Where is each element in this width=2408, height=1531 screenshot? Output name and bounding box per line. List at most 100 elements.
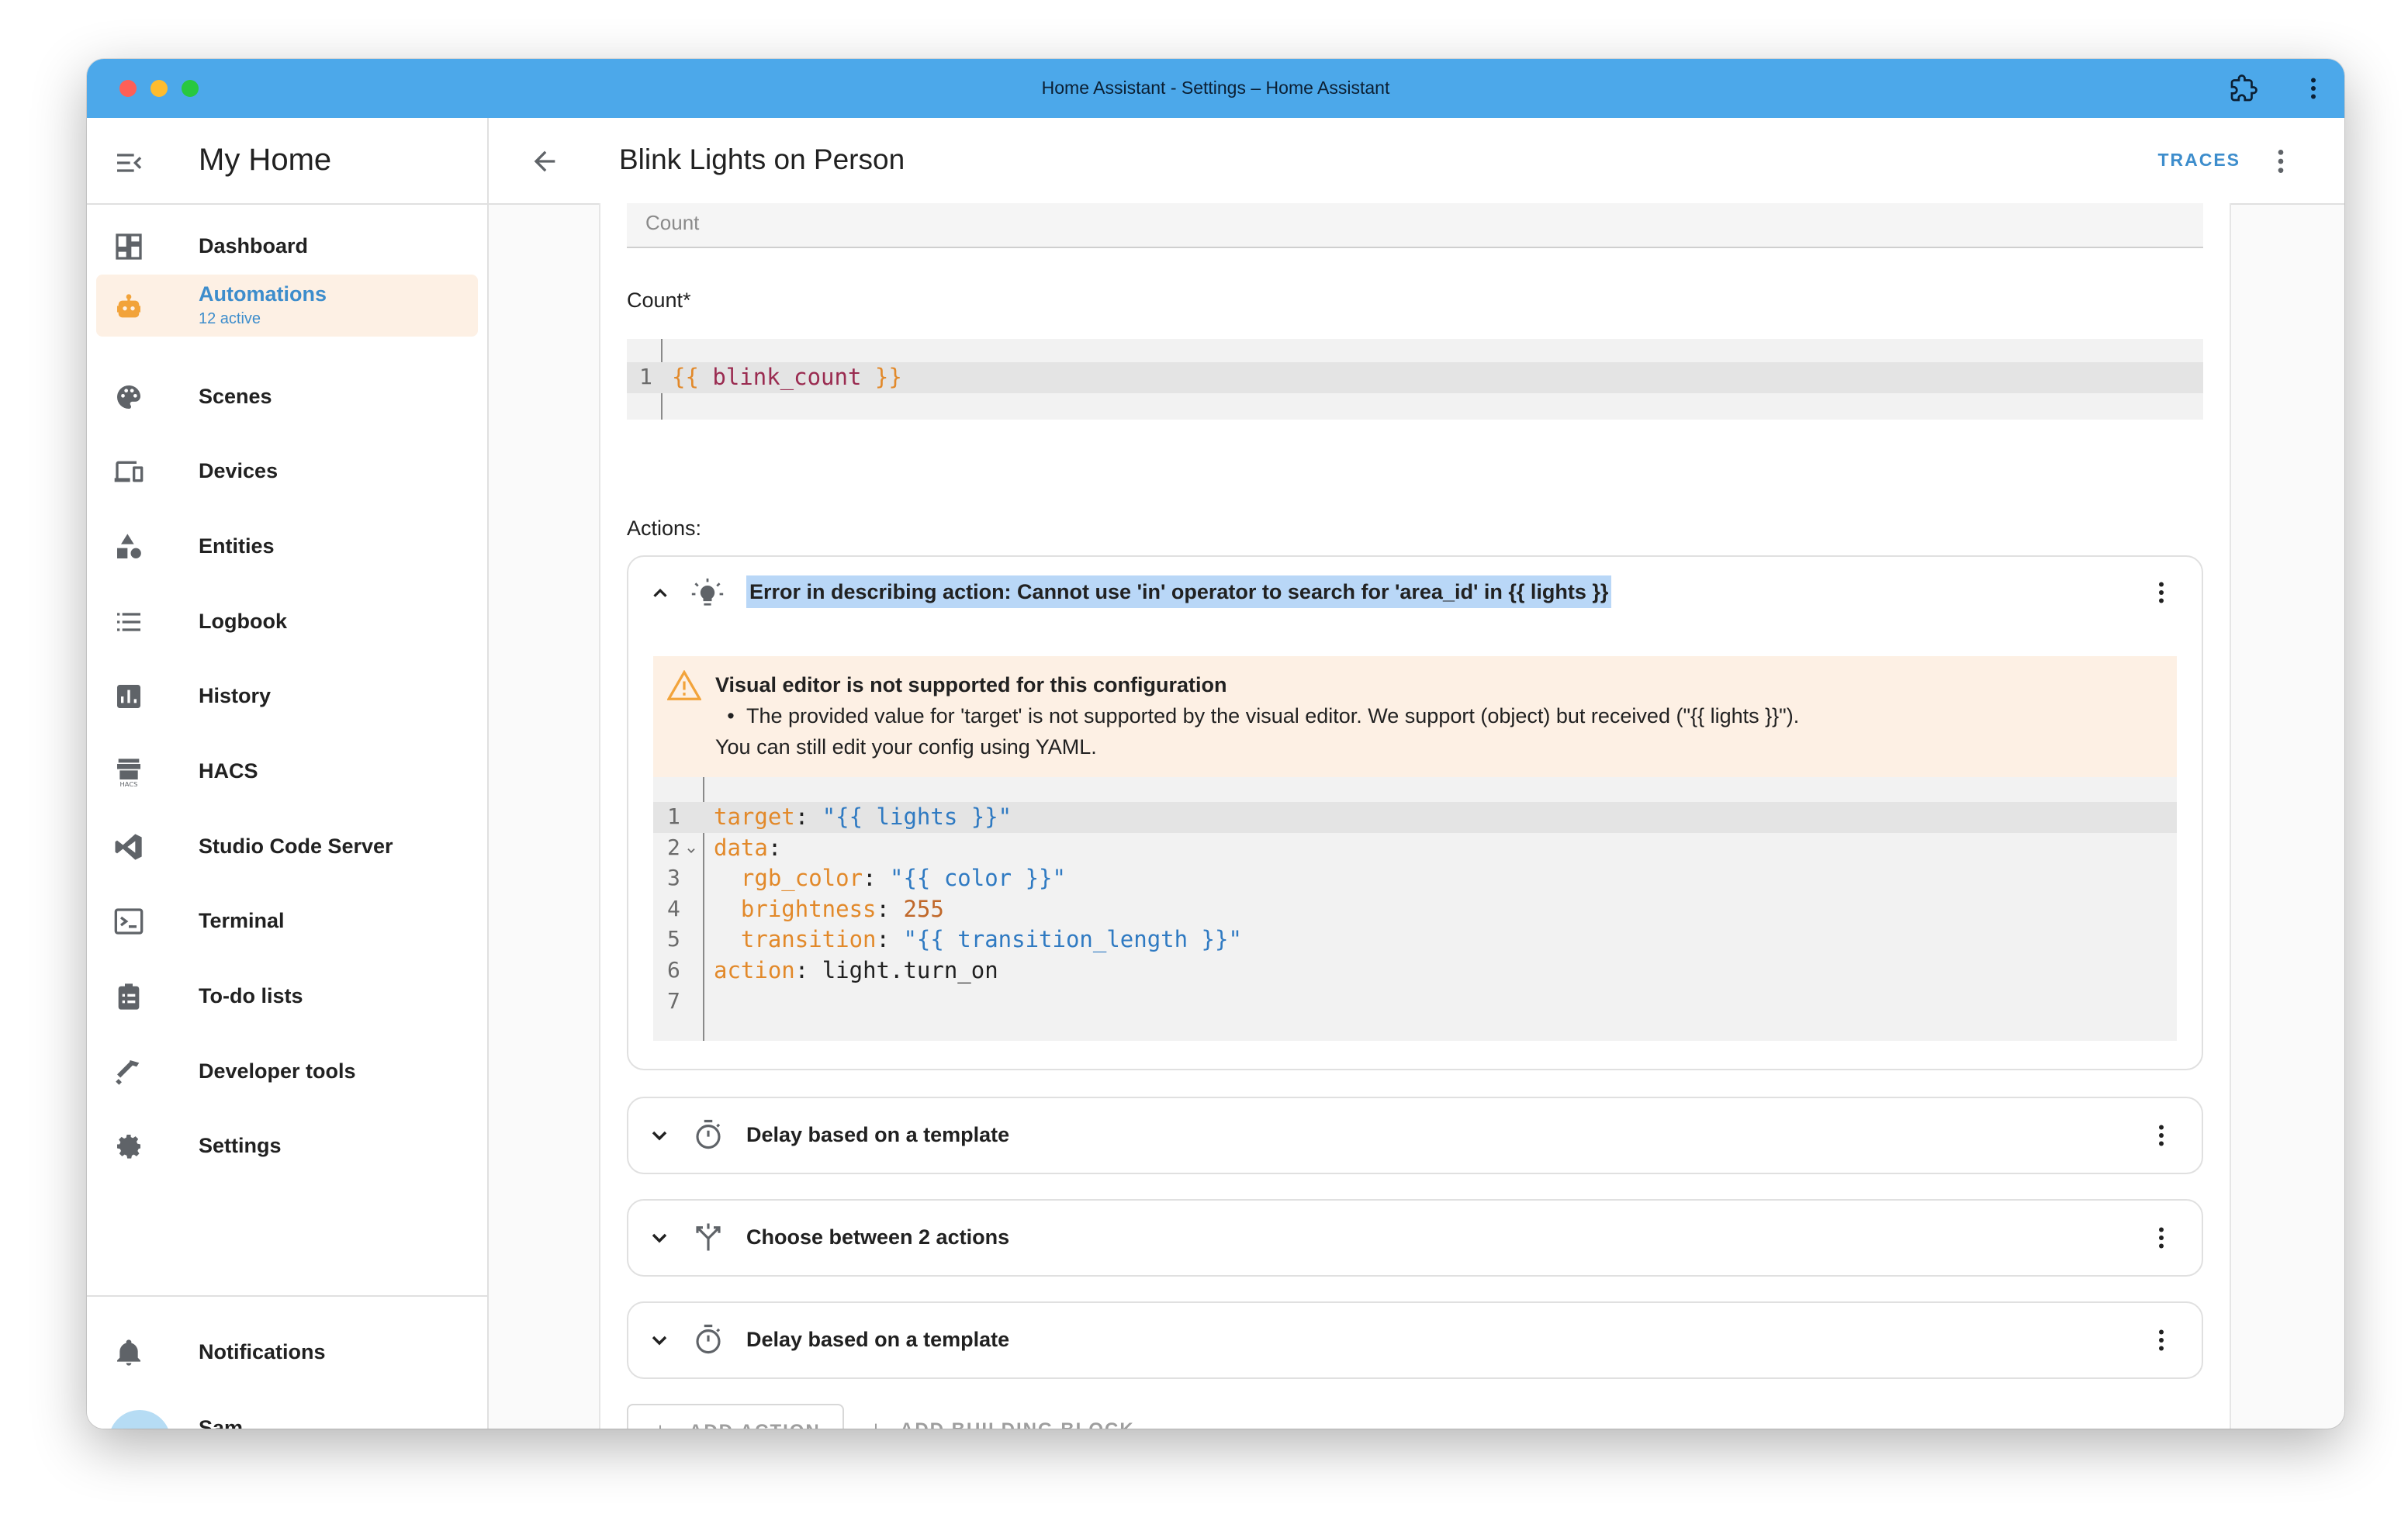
add-building-block-label: ADD BUILDING BLOCK [900, 1419, 1135, 1429]
yaml-key: transition [740, 926, 877, 952]
template-open: {{ [672, 364, 699, 390]
add-building-block-button[interactable]: ADD BUILDING BLOCK [867, 1404, 1147, 1429]
window-more-icon[interactable] [2299, 74, 2327, 102]
sidebar-item-label: Settings [199, 1134, 282, 1157]
chart-box-icon [117, 685, 140, 708]
bell-icon [117, 1339, 140, 1366]
sidebar-title: My Home [199, 143, 332, 177]
yaml-editor[interactable]: 1 2 3 4 5 6 7 target: "{{ lights }}" dat… [653, 777, 2177, 1041]
yaml-line: target: "{{ lights }}" [714, 804, 1012, 830]
line-number: 3 [667, 865, 680, 890]
back-arrow-icon[interactable] [529, 146, 560, 177]
sidebar-item-entities[interactable]: Entities [96, 514, 478, 576]
title-bar: Home Assistant - Settings – Home Assista… [87, 59, 2344, 118]
console-icon [114, 908, 144, 935]
sidebar-item-label: Devices [199, 459, 279, 482]
traces-button[interactable]: TRACES [2157, 150, 2240, 171]
chevron-up-icon[interactable] [649, 582, 672, 605]
line-number: 6 [667, 957, 680, 983]
sidebar-item-label: History [199, 684, 272, 707]
timer-icon [696, 1324, 721, 1354]
palette-icon [117, 385, 140, 409]
action-more-icon[interactable] [2147, 1224, 2175, 1252]
warning-hint: You can still edit your config using YAM… [715, 735, 1097, 759]
fold-chevron-icon[interactable] [686, 845, 697, 856]
line-number: 4 [667, 896, 680, 921]
chevron-down-icon[interactable] [647, 1328, 672, 1353]
yaml-key: action [714, 957, 795, 983]
add-action-button[interactable]: ADD ACTION [627, 1404, 844, 1429]
sidebar-item-hacs[interactable]: HACS HACS [96, 739, 478, 801]
yaml-value: "{{ lights }}" [822, 804, 1012, 830]
vscode-icon [115, 834, 142, 860]
window-title: Home Assistant - Settings – Home Assista… [1041, 78, 1390, 98]
more-vert-icon[interactable] [2265, 146, 2296, 177]
notifications-label: Notifications [199, 1340, 326, 1363]
sidebar-item-label: Entities [199, 534, 275, 558]
automations-count: 12 active [199, 310, 261, 327]
count-code-line: {{ blink_count }} [672, 364, 902, 390]
action-title[interactable]: Error in describing action: Cannot use '… [746, 575, 1612, 608]
app-window: Home Assistant - Settings – Home Assista… [87, 59, 2344, 1429]
sidebar-header: My Home [87, 118, 487, 205]
sidebar-item-devices[interactable]: Devices [96, 439, 478, 501]
sidebar-item-user[interactable]: S Sam [96, 1396, 478, 1429]
action-more-icon[interactable] [2147, 579, 2175, 607]
yaml-line: transition: "{{ transition_length }}" [740, 926, 1242, 952]
automation-editor: Count Count* 1 {{ blink_count }} Actions… [600, 203, 2230, 1429]
sidebar-item-dashboard[interactable]: Dashboard [96, 214, 478, 276]
sidebar-item-label: Logbook [199, 610, 287, 633]
line-number: 5 [667, 926, 680, 952]
sidebar-item-studio-code-server[interactable]: Studio Code Server [96, 814, 478, 876]
sidebar-divider [87, 1295, 487, 1297]
sidebar-item-scenes[interactable]: Scenes [96, 365, 478, 427]
sidebar-item-settings[interactable]: Settings [96, 1114, 478, 1176]
action-more-icon[interactable] [2147, 1121, 2175, 1149]
timer-icon [696, 1119, 721, 1149]
arrow-decision-icon [696, 1223, 721, 1251]
warning-bullet: • The provided value for 'target' is not … [727, 704, 1800, 727]
shapes-icon [117, 534, 141, 558]
chevron-down-icon[interactable] [647, 1123, 672, 1148]
action-card-delay-1[interactable]: Delay based on a template [627, 1097, 2203, 1174]
clipboard-list-icon [118, 983, 140, 1010]
action-title: Delay based on a template [746, 1123, 1010, 1146]
list-icon [117, 613, 140, 631]
line-number: 1 [639, 364, 652, 389]
sidebar-item-label: HACS [199, 759, 258, 783]
sidebar-item-notifications[interactable]: Notifications [96, 1320, 478, 1382]
sidebar-item-label: To-do lists [199, 984, 303, 1007]
line-number: 2 [667, 835, 680, 860]
sidebar-item-logbook[interactable]: Logbook [96, 589, 478, 651]
yaml-value: light.turn_on [822, 957, 998, 983]
count-select[interactable]: Count [627, 203, 2203, 248]
sidebar-item-label: Terminal [199, 909, 285, 932]
action-card-choose[interactable]: Choose between 2 actions [627, 1199, 2203, 1277]
action-title: Choose between 2 actions [746, 1225, 1010, 1249]
menu-collapse-icon[interactable] [113, 147, 144, 178]
user-name: Sam [199, 1416, 244, 1429]
sidebar-item-developer-tools[interactable]: Developer tools [96, 1039, 478, 1101]
sidebar-item-automations[interactable]: Automations 12 active [96, 275, 478, 337]
hacs-icon-text: HACS [120, 780, 138, 787]
yaml-line: data: [714, 835, 782, 861]
yaml-value: "{{ color }}" [889, 865, 1066, 891]
sidebar-item-todo-lists[interactable]: To-do lists [96, 964, 478, 1026]
chevron-down-icon[interactable] [647, 1225, 672, 1250]
sidebar-item-label: Dashboard [199, 234, 309, 257]
page-title: Blink Lights on Person [619, 143, 905, 175]
sidebar-item-label: Scenes [199, 385, 272, 408]
count-select-label: Count [645, 211, 700, 234]
action-more-icon[interactable] [2147, 1326, 2175, 1354]
count-code-editor[interactable]: 1 {{ blink_count }} [627, 339, 2203, 420]
visual-editor-warning: Visual editor is not supported for this … [653, 656, 2177, 777]
plus-icon [659, 1425, 662, 1429]
sidebar-item-history[interactable]: History [96, 664, 478, 726]
yaml-key: brightness [740, 896, 877, 922]
count-field-label: Count* [627, 289, 691, 312]
extension-icon[interactable] [2230, 74, 2258, 102]
sidebar-item-terminal[interactable]: Terminal [96, 889, 478, 951]
action-card-delay-2[interactable]: Delay based on a template [627, 1301, 2203, 1379]
content-border-right [2230, 203, 2231, 1429]
sidebar: My Home Dashboard Automations 12 active … [87, 118, 489, 1429]
